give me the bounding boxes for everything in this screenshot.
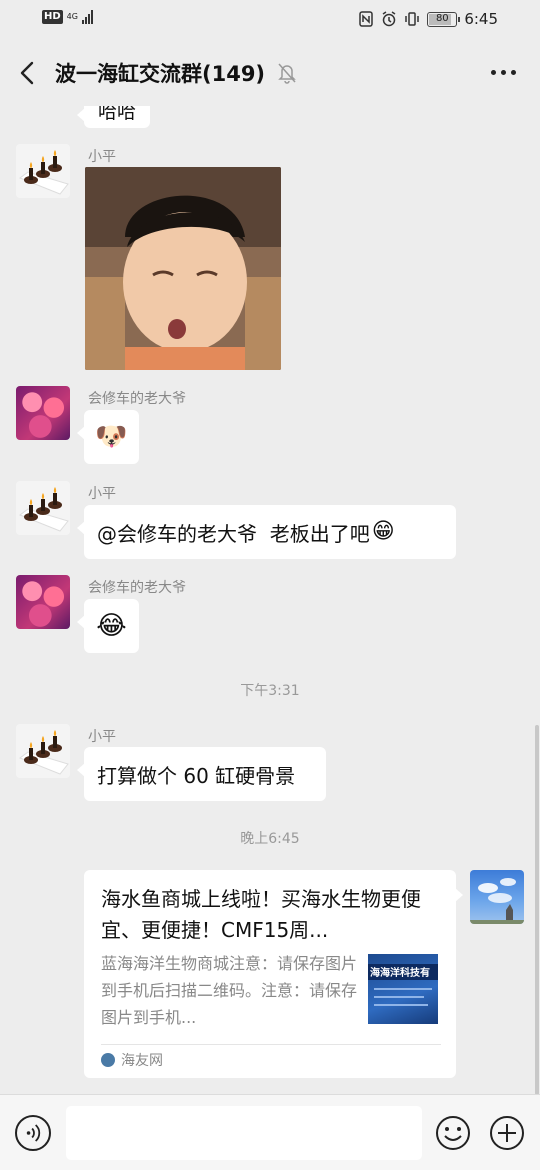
network-label: 4G — [66, 12, 78, 21]
message-bubble: @会修车的老大爷 老板出了吧 😁 — [77, 505, 456, 559]
message-text: @会修车的老大爷 老板出了吧 — [97, 521, 370, 546]
avatar[interactable] — [16, 144, 70, 198]
vibrate-icon — [405, 12, 420, 26]
status-bar: HD 4G 80 6:45 — [0, 0, 540, 40]
input-bar — [0, 1094, 540, 1170]
card-source: 海友网 — [101, 1050, 163, 1070]
sky-avatar-icon — [470, 878, 524, 924]
battery-level: 80 — [435, 12, 449, 24]
message-text: 打算做个 60 缸硬骨景 — [97, 763, 296, 788]
card-divider — [101, 1044, 441, 1045]
avatar[interactable] — [470, 870, 524, 924]
source-name: 海友网 — [121, 1053, 163, 1069]
status-time: 6:45 — [464, 10, 498, 28]
chat-header: 波一海缸交流群(149) — [0, 40, 540, 106]
candle-avatar-icon — [16, 144, 70, 198]
source-icon — [101, 1053, 115, 1067]
avatar[interactable] — [16, 575, 70, 629]
timestamp: 下午3:31 — [240, 683, 300, 699]
grin-emoji: 😁 — [371, 519, 395, 544]
sender-name: 会修车的老大爷 — [88, 391, 186, 407]
baby-photo — [85, 167, 281, 370]
alarm-icon — [382, 11, 396, 27]
more-icon[interactable] — [491, 70, 516, 75]
avatar[interactable] — [16, 724, 70, 778]
sender-name: 小平 — [88, 486, 116, 502]
timestamp: 晚上6:45 — [240, 831, 300, 847]
mute-icon — [278, 63, 296, 84]
laugh-cry-emoji: 😂 — [96, 611, 127, 641]
message-bubble: 哈哈 — [76, 106, 151, 128]
card-title: 海水鱼商城上线啦！买海水生物更便宜、更便捷！CMF15周... — [101, 887, 421, 942]
sender-name: 会修车的老大爷 — [88, 580, 186, 596]
emoji-icon[interactable] — [435, 1115, 471, 1151]
signal-icon — [81, 10, 93, 24]
sender-name: 小平 — [88, 729, 116, 745]
image-message[interactable] — [85, 167, 281, 370]
back-arrow-icon[interactable] — [14, 58, 42, 88]
card-description: 蓝海海洋生物商城注意：请保存图片到手机后扫描二维码。注意：请保存图片到手机... — [101, 954, 358, 1027]
voice-icon[interactable] — [15, 1115, 51, 1151]
card-thumbnail: 海海洋科技有 — [368, 954, 438, 1024]
message-bubble: 打算做个 60 缸硬骨景 — [77, 747, 326, 801]
nfc-icon — [359, 11, 374, 27]
candle-avatar-icon — [16, 481, 70, 535]
plus-icon[interactable] — [489, 1115, 525, 1151]
message-list[interactable]: 哈哈 小平 会修车的老大爷 🐶 小平 @会修车的老大爷 老板出了吧 😁 会修车的… — [0, 106, 540, 1094]
battery-icon: 80 — [427, 11, 461, 27]
link-card[interactable]: 海水鱼商城上线啦！买海水生物更便宜、更便捷！CMF15周... 蓝海海洋生物商城… — [84, 870, 463, 1078]
avatar[interactable] — [16, 481, 70, 535]
scrollbar[interactable] — [535, 725, 539, 1095]
message-bubble: 😂 — [77, 599, 139, 653]
thumb-text: 海海洋科技有 — [370, 968, 430, 979]
status-left: HD 4G — [42, 10, 93, 24]
status-right: 80 6:45 — [358, 10, 498, 28]
doge-emoji: 🐶 — [95, 422, 128, 452]
sender-name: 小平 — [88, 149, 116, 165]
message-input[interactable] — [66, 1106, 422, 1160]
message-bubble: 🐶 — [77, 410, 139, 464]
chat-title: 波一海缸交流群(149) — [55, 62, 266, 86]
candle-avatar-icon — [16, 724, 70, 778]
message-text: 哈哈 — [98, 106, 137, 123]
avatar[interactable] — [16, 386, 70, 440]
hd-badge: HD — [42, 10, 63, 24]
